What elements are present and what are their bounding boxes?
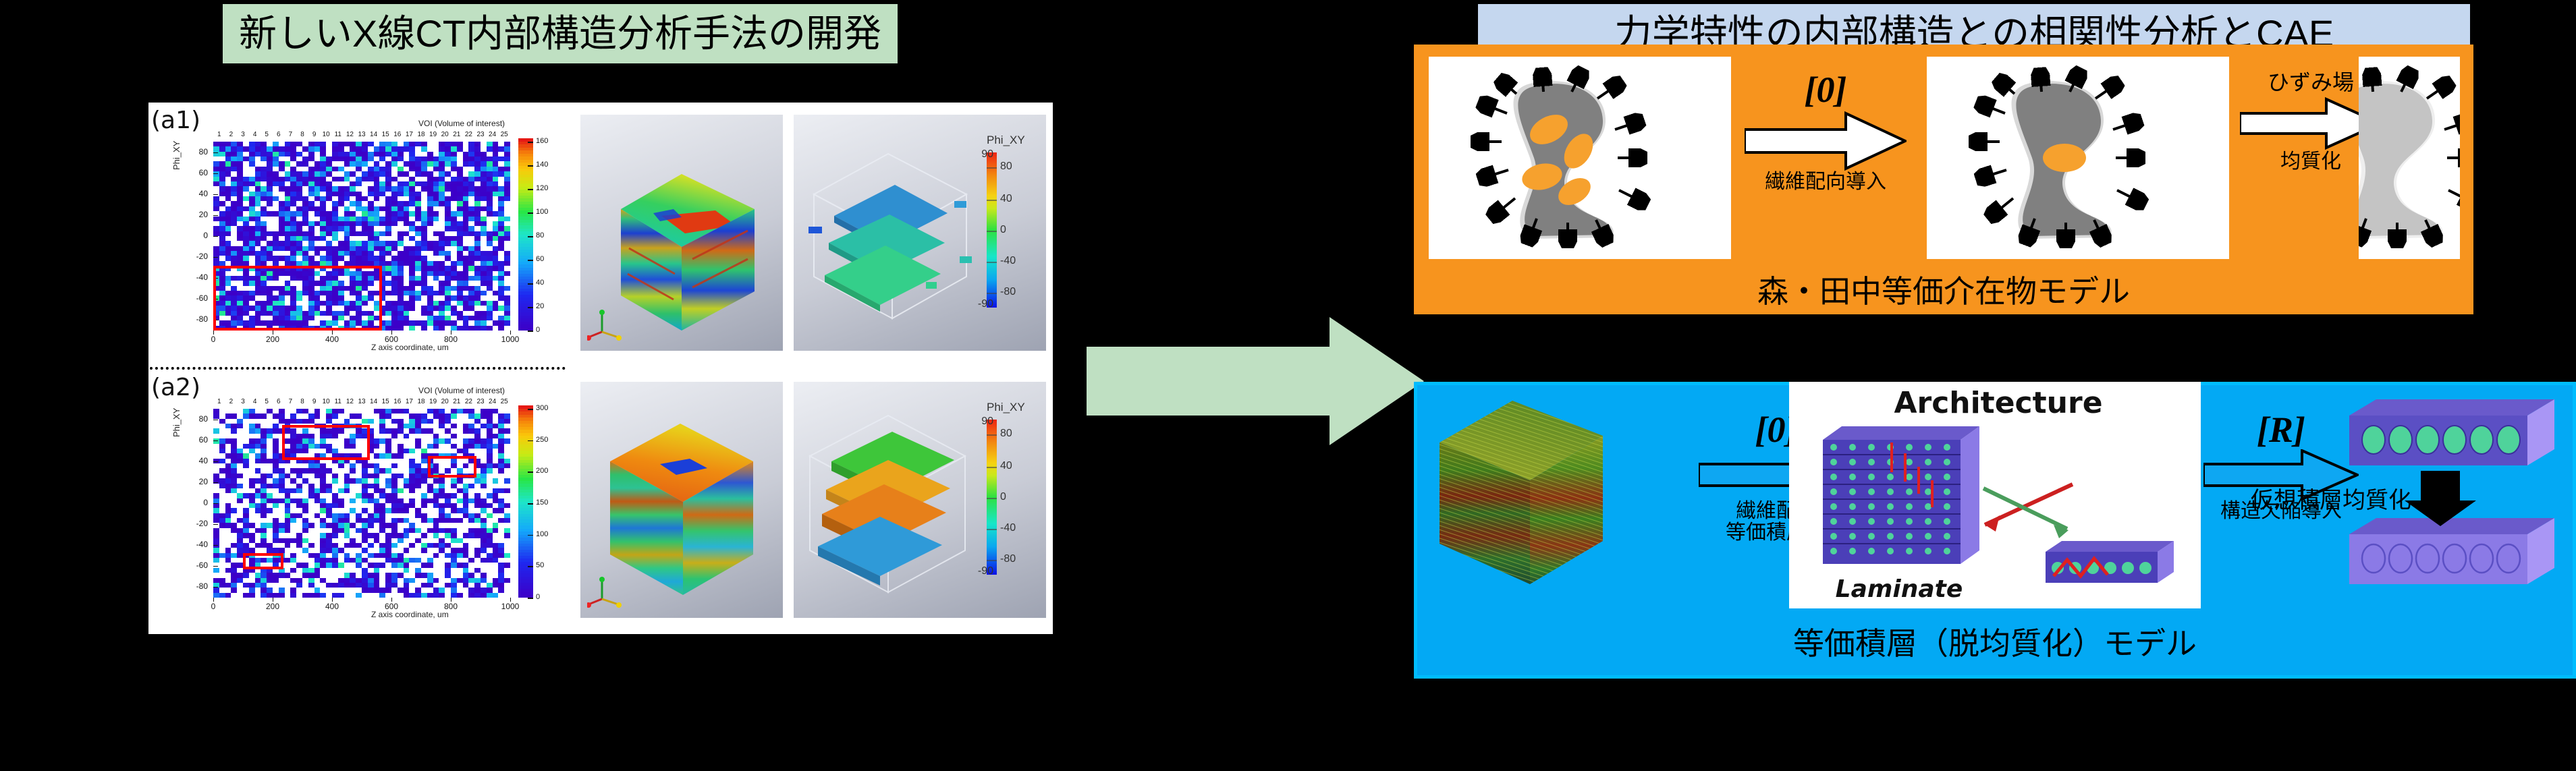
operator-label-fiber-orientation: 繊維配向導入	[1765, 171, 1886, 193]
chart-a1-label: (a1)	[151, 107, 201, 134]
stage-architecture-laminate: Architecture Laminate	[1789, 382, 2201, 608]
render-exploded-layers: Phi_XY 90 -90 80 40 0 -40 -80	[794, 382, 1046, 618]
phi-xy-colorbar-title-2: Phi_XY	[987, 401, 1025, 413]
left-section-title: 新しいX線CT内部構造分析手法の開発	[223, 4, 898, 63]
phi-xy-bottom-value-2: -90	[977, 565, 993, 577]
roi-rectangle	[428, 456, 476, 478]
render-volume-cube-top-slice	[580, 115, 783, 351]
blue-panel-caption: 等価積層（脱均質化）モデル	[1793, 626, 2197, 661]
chart-a2-x-axis-title: Z axis coordinate, um	[371, 610, 449, 619]
phi-tick-0-2: 0	[1000, 491, 1006, 503]
phi-tick-80-1: 80	[1000, 161, 1012, 172]
block-arrow-icon-1	[1745, 111, 1907, 171]
mori-tanaka-model-panel: [0] 繊維配向導入 ひずみ場 均質化 森・田中等価介在物モデル	[1414, 45, 2473, 314]
operator-symbol-O-orange: [0]	[1804, 69, 1847, 110]
heatmap-chart-a2: (a2) VOI (Volume of interest) Phi_XY Z a…	[148, 372, 567, 627]
heatmap-chart-a1: (a1) VOI (Volume of interest) Phi_XY Z a…	[148, 105, 567, 360]
phi-tick-m40-1: -40	[1000, 255, 1016, 266]
operator-fiber-orientation: [0] 繊維配向導入	[1731, 72, 1920, 193]
phi-tick-80-2: 80	[1000, 428, 1012, 439]
chart-a2-top-axis-title: VOI (Volume of interest)	[418, 386, 505, 395]
chart-a1-top-axis-title: VOI (Volume of interest)	[418, 119, 505, 128]
equivalent-laminate-model-panel: [0] 繊維配向 等価積層化 Architecture Laminate [R]…	[1414, 382, 2576, 679]
roi-rectangle	[243, 553, 283, 569]
stage-fiber-volume-render	[1426, 391, 1682, 594]
phi-xy-colorbar-title-1: Phi_XY	[987, 134, 1025, 146]
laminate-title: Laminate	[1835, 575, 1963, 603]
phi-tick-m80-1: -80	[1000, 286, 1016, 297]
chart-a2-label: (a2)	[151, 374, 201, 401]
chart-divider	[150, 367, 566, 370]
roi-rectangle	[213, 266, 382, 331]
phi-tick-40-1: 40	[1000, 193, 1012, 204]
flow-connector-arrow-icon	[1087, 317, 1424, 445]
stage-inclusion-homogenized	[2359, 57, 2460, 259]
phi-xy-colorbar-1: Phi_XY 90 -90 80 40 0 -40 -80	[970, 134, 1035, 318]
render-layered-cube	[580, 382, 783, 618]
phi-xy-bottom-value-1: -90	[977, 298, 993, 310]
stage-inclusion-multi-fiber	[1429, 57, 1731, 259]
phi-tick-m40-2: -40	[1000, 522, 1016, 534]
phi-xy-colorbar-2: Phi_XY 90 -90 80 40 0 -40 -80	[970, 401, 1035, 586]
phi-xy-gradient-1	[987, 152, 997, 308]
chart-a1-x-axis-title: Z axis coordinate, um	[371, 343, 449, 352]
axis-triad-icon	[587, 310, 622, 341]
render-voxel-layers-scatter: Phi_XY 90 -90 80 40 0 -40 -80	[794, 115, 1046, 351]
phi-tick-0-1: 0	[1000, 224, 1006, 235]
orange-panel-caption: 森・田中等価介在物モデル	[1757, 274, 2130, 309]
stage-inclusion-single-fiber	[1927, 57, 2229, 259]
chart-a1-colorbar: 160 140 120 100 80 60 40 20 0	[518, 137, 548, 334]
axis-triad-icon-2	[587, 577, 622, 608]
phi-tick-m80-2: -80	[1000, 553, 1016, 565]
xray-ct-analysis-panel: (a1) VOI (Volume of interest) Phi_XY Z a…	[148, 103, 1053, 634]
virtual-laminate-homogenization-label: 仮想積層均質化	[2251, 488, 2411, 513]
phi-xy-top-value-1: 90	[981, 148, 993, 160]
left-title-text: 新しいX線CT内部構造分析手法の開発	[239, 12, 881, 55]
phi-xy-gradient-2	[987, 420, 997, 575]
roi-rectangle	[282, 425, 370, 460]
chart-a2-y-axis-title: Phi_XY	[171, 407, 182, 437]
chart-a1-y-axis-title: Phi_XY	[171, 140, 182, 170]
chart-a2-colorbar: 300 250 200 150 100 50 0	[518, 404, 548, 601]
phi-xy-top-value-2: 90	[981, 416, 993, 427]
phi-tick-40-2: 40	[1000, 460, 1012, 472]
